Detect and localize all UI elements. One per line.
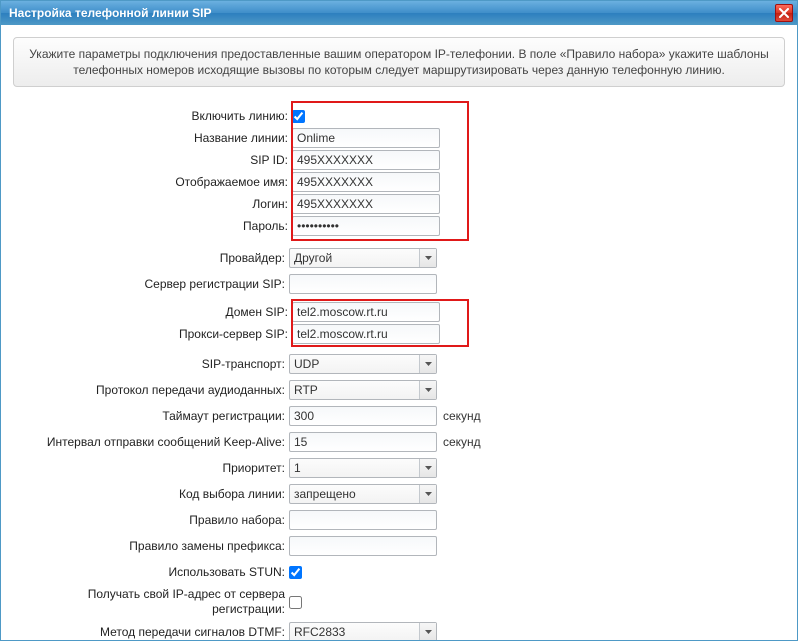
audioproto-value: RTP — [290, 383, 419, 397]
credentials-group: Включить линию: Название линии: SIP ID: … — [27, 101, 785, 241]
window-title: Настройка телефонной линии SIP — [9, 6, 775, 20]
domain-proxy-group: Домен SIP: Прокси-сервер SIP: — [27, 299, 785, 347]
label-linecode: Код выбора линии: — [27, 487, 289, 501]
label-password: Пароль: — [30, 219, 292, 233]
label-sipid: SIP ID: — [30, 153, 292, 167]
dialog-body: Укажите параметры подключения предоставл… — [1, 25, 797, 640]
chevron-down-icon — [419, 249, 436, 267]
line-name-input[interactable] — [292, 128, 440, 148]
sip-domain-input[interactable] — [292, 302, 440, 322]
label-provider: Провайдер: — [27, 251, 289, 265]
label-login: Логин: — [30, 197, 292, 211]
password-input[interactable] — [292, 216, 440, 236]
line-code-select[interactable]: запрещено — [289, 484, 437, 504]
chevron-down-icon — [419, 485, 436, 503]
chevron-down-icon — [419, 623, 436, 640]
display-name-input[interactable] — [292, 172, 440, 192]
label-ipfromreg: Получать свой IP-адрес от сервера регист… — [27, 587, 289, 617]
chevron-down-icon — [419, 381, 436, 399]
dtmf-select[interactable]: RFC2833 — [289, 622, 437, 640]
form: Включить линию: Название линии: SIP ID: … — [13, 101, 785, 640]
prefix-rule-input[interactable] — [289, 536, 437, 556]
label-prefixrule: Правило замены префикса: — [27, 539, 289, 553]
dtmf-value: RFC2833 — [290, 625, 419, 639]
transport-value: UDP — [290, 357, 419, 371]
use-stun-checkbox[interactable] — [289, 566, 302, 579]
chevron-down-icon — [419, 459, 436, 477]
reg-server-input[interactable] — [289, 274, 437, 294]
priority-select[interactable]: 1 — [289, 458, 437, 478]
label-regtimeout: Таймаут регистрации: — [27, 409, 289, 423]
dialog-window: Настройка телефонной линии SIP Укажите п… — [0, 0, 798, 641]
enable-line-checkbox[interactable] — [292, 110, 305, 123]
close-icon — [779, 8, 789, 18]
audio-proto-select[interactable]: RTP — [289, 380, 437, 400]
provider-select[interactable]: Другой — [289, 248, 437, 268]
linecode-value: запрещено — [290, 487, 419, 501]
priority-value: 1 — [290, 461, 419, 475]
close-button[interactable] — [775, 4, 793, 22]
help-text: Укажите параметры подключения предоставл… — [13, 37, 785, 87]
sip-id-input[interactable] — [292, 150, 440, 170]
reg-timeout-input[interactable] — [289, 406, 437, 426]
label-keepalive: Интервал отправки сообщений Keep-Alive: — [27, 435, 289, 449]
label-proxy: Прокси-сервер SIP: — [30, 327, 292, 341]
keep-alive-input[interactable] — [289, 432, 437, 452]
label-name: Название линии: — [30, 131, 292, 145]
label-enable: Включить линию: — [30, 109, 292, 123]
titlebar: Настройка телефонной линии SIP — [1, 1, 797, 25]
seconds-label: секунд — [443, 435, 503, 449]
label-transport: SIP-транспорт: — [27, 357, 289, 371]
sip-transport-select[interactable]: UDP — [289, 354, 437, 374]
label-regserver: Сервер регистрации SIP: — [27, 277, 289, 291]
ip-from-reg-checkbox[interactable] — [289, 596, 302, 609]
label-domain: Домен SIP: — [30, 305, 292, 319]
label-display: Отображаемое имя: — [30, 175, 292, 189]
sip-proxy-input[interactable] — [292, 324, 440, 344]
label-priority: Приоритет: — [27, 461, 289, 475]
chevron-down-icon — [419, 355, 436, 373]
label-dtmf: Метод передачи сигналов DTMF: — [27, 625, 289, 639]
label-dialrule: Правило набора: — [27, 513, 289, 527]
provider-value: Другой — [290, 251, 419, 265]
seconds-label: секунд — [443, 409, 503, 423]
label-audioproto: Протокол передачи аудиоданных: — [27, 383, 289, 397]
dial-rule-input[interactable] — [289, 510, 437, 530]
label-usestun: Использовать STUN: — [27, 565, 289, 579]
login-input[interactable] — [292, 194, 440, 214]
